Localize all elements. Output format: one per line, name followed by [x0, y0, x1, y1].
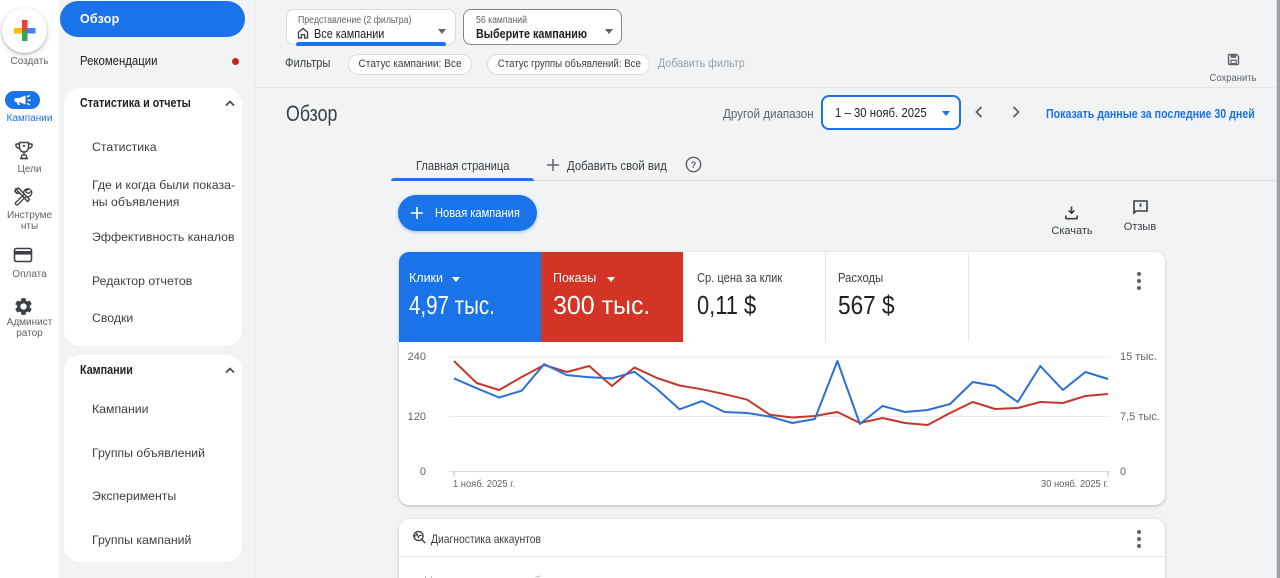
svg-text:?: ?: [691, 160, 697, 171]
